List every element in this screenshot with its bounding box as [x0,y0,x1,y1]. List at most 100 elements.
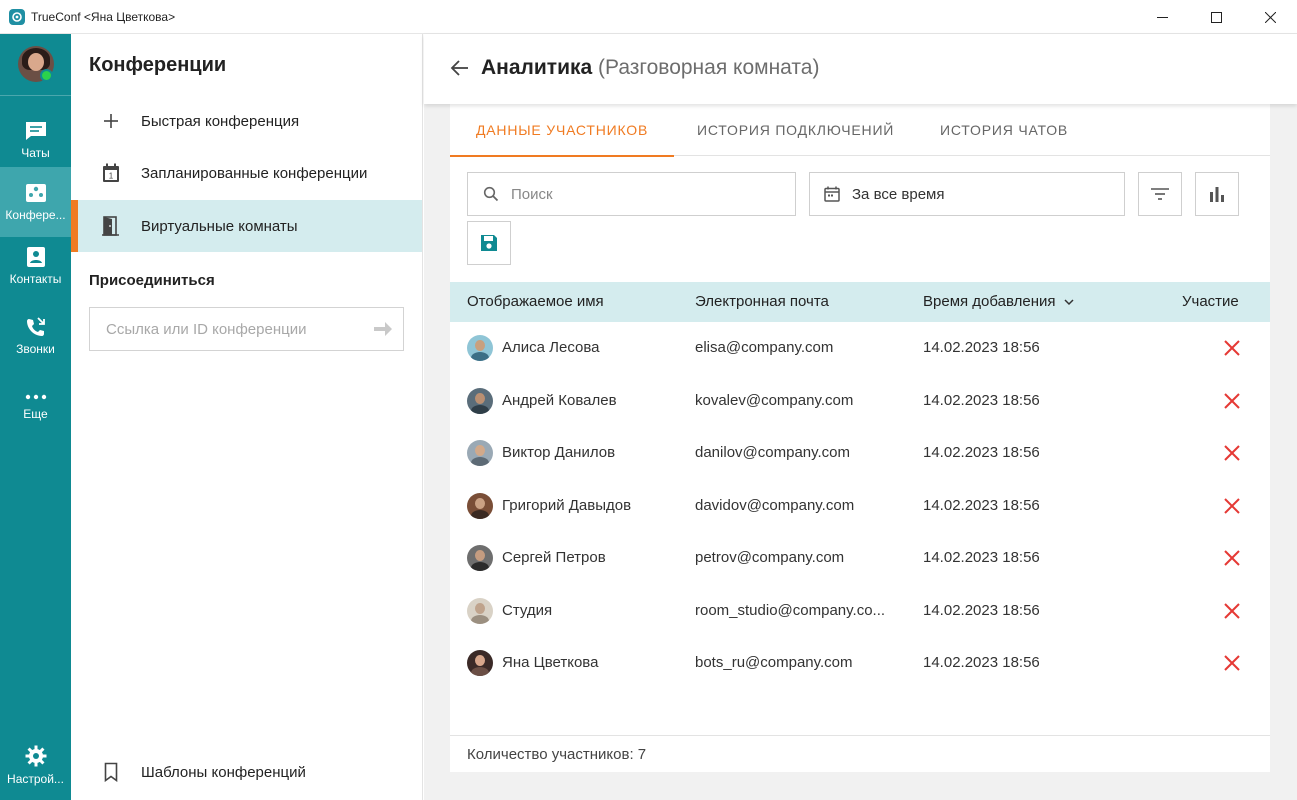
column-label: Время добавления [923,293,1056,310]
conference-icon [25,184,46,202]
divider [0,95,71,96]
menu-item-quick-conference[interactable]: Быстрая конференция [71,95,422,147]
not-participated-icon [1224,602,1240,619]
participant-added-time: 14.02.2023 18:56 [923,601,1040,619]
page-title: Аналитика (Разговорная комната) [481,56,819,80]
tab-label: ДАННЫЕ УЧАСТНИКОВ [476,122,649,138]
table-row[interactable]: Студия room_studio@company.co... 14.02.202… [450,585,1270,637]
save-button[interactable] [467,221,511,265]
window-title: TrueConf <Яна Цветкова> [31,9,176,24]
participant-email: danilov@company.com [695,444,851,461]
table-row[interactable]: Алиса Лесова elisa@company.com 14.02.2023 … [450,322,1270,374]
menu-label: Запланированные конференции [141,164,368,182]
window-titlebar: TrueConf <Яна Цветкова> [0,0,1297,34]
rail-item-conferences[interactable]: Конфере... [0,167,71,237]
calls-icon [26,317,45,336]
column-display-name[interactable]: Отображаемое имя [467,293,604,310]
join-title: Присоединиться [89,272,215,289]
avatar [467,335,493,361]
date-range-value: За все время [852,185,945,203]
input-placeholder: Ссылка или ID конференции [106,320,307,338]
bookmark-icon [101,762,121,782]
column-email[interactable]: Электронная почта [695,293,829,310]
chevron-down-icon [1064,299,1074,305]
conference-id-input[interactable]: Ссылка или ID конференции [89,307,404,351]
rail-label: Чаты [21,146,50,160]
maximize-icon [1210,11,1222,23]
rail-item-more[interactable]: Еще [0,371,71,441]
menu-item-scheduled-conferences[interactable]: 1 Запланированные конференции [71,147,422,199]
menu-label: Шаблоны конференций [141,763,306,781]
contacts-icon [26,247,45,267]
maximize-button[interactable] [1189,0,1243,34]
rail-item-chats[interactable]: Чаты [0,105,71,175]
door-icon [101,216,121,236]
online-status-indicator [40,69,53,82]
tab-label: ИСТОРИЯ ПОДКЛЮЧЕНИЙ [697,122,895,138]
tab-label: ИСТОРИЯ ЧАТОВ [940,122,1069,138]
table-row[interactable]: Виктор Данилов danilov@company.com 14.02.2… [450,427,1270,479]
not-participated-icon [1224,340,1240,356]
tab-connection-history[interactable]: ИСТОРИЯ ПОДКЛЮЧЕНИЙ [697,104,894,156]
rail-item-calls[interactable]: Звонки [0,301,71,371]
table-row[interactable]: Григорий Давыдов davidov@company.com 14.02… [450,480,1270,532]
participant-name: Сергей Петров [502,549,606,566]
rail-item-settings[interactable]: Настрой... [0,730,71,800]
close-icon [1264,11,1276,23]
table-row[interactable]: Сергей Петров petrov@company.com 14.02.202… [450,532,1270,584]
tabs-bar: ДАННЫЕ УЧАСТНИКОВ ИСТОРИЯ ПОДКЛЮЧЕНИЙ ИС… [450,104,1270,157]
arrow-right-icon[interactable] [373,320,393,338]
avatar [467,545,493,571]
participant-added-time: 14.02.2023 18:56 [923,339,1040,356]
calendar-icon: 1 [101,163,121,183]
not-participated-icon [1224,550,1240,566]
participant-added-time: 14.02.2023 18:56 [923,496,1040,514]
date-range-picker[interactable]: За все время [809,172,1125,216]
back-arrow-icon[interactable] [450,58,470,78]
table-row[interactable]: Андрей Ковалев kovalev@company.com 14.02.2… [450,375,1270,427]
statistics-button[interactable] [1195,172,1239,216]
conferences-panel: Конференции Быстрая конференция 1 Заплан… [71,34,423,800]
not-participated-icon [1224,655,1240,671]
participants-count: Количество участников: 7 [450,735,1270,772]
column-added-time[interactable]: Время добавления [923,293,1074,310]
menu-label: Виртуальные комнаты [141,217,298,235]
menu-label: Быстрая конференция [141,112,300,130]
participant-name: Виктор Данилов [502,444,616,461]
participant-name: Яна Цветкова [502,654,599,671]
avatar [467,650,493,676]
nav-rail: Чаты Конфере... Контакты Звонки Еще Наст… [0,34,71,800]
tab-participant-data[interactable]: ДАННЫЕ УЧАСТНИКОВ [450,104,675,157]
page-title-main: Аналитика [481,56,593,79]
plus-icon [101,111,121,131]
menu-item-virtual-rooms[interactable]: Виртуальные комнаты [71,200,422,252]
search-placeholder: Поиск [511,185,553,203]
participant-added-time: 14.02.2023 18:56 [923,391,1040,409]
main-area: Аналитика (Разговорная комната) ДАННЫЕ У… [424,34,1297,800]
search-input[interactable]: Поиск [467,172,796,216]
rail-label: Настрой... [7,772,64,786]
minimize-button[interactable] [1135,0,1189,34]
tab-chat-history[interactable]: ИСТОРИЯ ЧАТОВ [940,104,1068,156]
rail-label: Еще [23,407,48,421]
table-header: Отображаемое имя Электронная почта Время… [450,282,1270,322]
avatar [467,492,493,519]
participant-email: elisa@company.com [695,339,834,356]
rail-item-contacts[interactable]: Контакты [0,231,71,301]
save-icon [481,235,497,251]
participant-email: petrov@company.com [695,549,845,566]
filter-button[interactable] [1138,172,1182,216]
avatar [467,387,493,414]
rail-label: Контакты [9,272,62,286]
participant-email: bots_ru@company.com [695,654,853,671]
trueconf-logo-icon [9,8,25,25]
column-participation[interactable]: Участие [1182,293,1239,310]
main-header: Аналитика (Разговорная комната) [424,34,1297,104]
filter-icon [1151,188,1169,200]
participant-email: davidov@company.com [695,496,855,514]
participant-name: Студия [502,601,553,619]
close-window-button[interactable] [1243,0,1297,34]
menu-item-conference-templates[interactable]: Шаблоны конференций [71,746,422,798]
table-row[interactable]: Яна Цветкова bots_ru@company.com 14.02.202… [450,637,1270,689]
chat-icon [25,122,46,140]
